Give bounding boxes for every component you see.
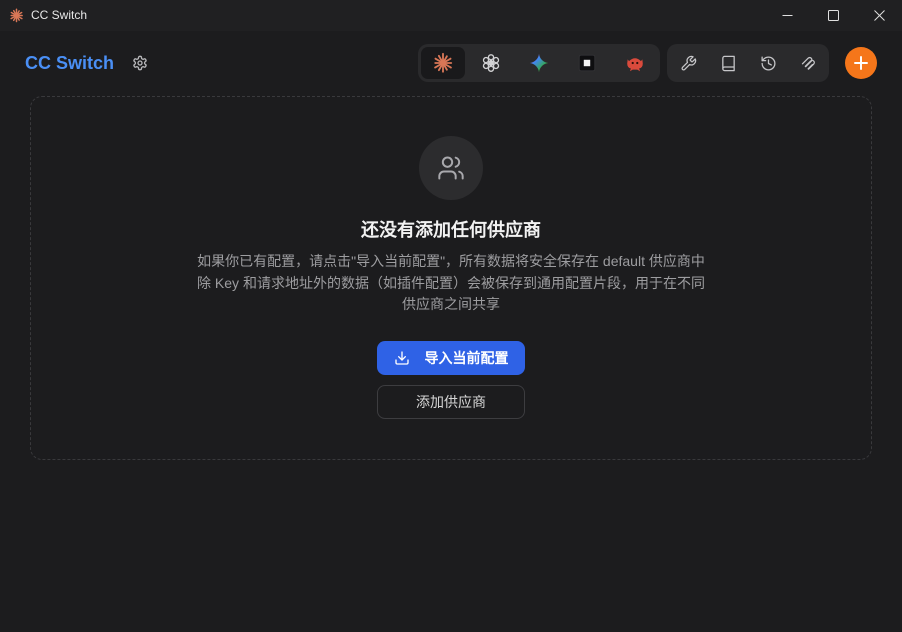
app-tab-claude[interactable] [421, 47, 465, 79]
claude-starburst-icon [9, 8, 24, 23]
users-icon [437, 154, 465, 182]
minimize-button[interactable] [764, 0, 810, 31]
close-button[interactable] [856, 0, 902, 31]
mcp-icon [800, 55, 817, 72]
add-provider-button[interactable]: 添加供应商 [377, 385, 525, 419]
maximize-icon [827, 10, 839, 21]
app-tab-gemini[interactable] [517, 47, 561, 79]
crab-icon [624, 52, 646, 74]
empty-state-icon-circle [419, 136, 483, 200]
book-icon [720, 55, 737, 72]
history-button[interactable] [750, 47, 786, 79]
download-icon [394, 350, 410, 366]
description-line: 如果你已有配置，请点击"导入当前配置"，所有数据将安全保存在 default 供… [197, 253, 705, 269]
terminal-square-icon [576, 52, 598, 74]
gear-icon [132, 55, 148, 71]
close-icon [873, 10, 885, 21]
plus-icon [852, 54, 870, 72]
app-switcher [418, 44, 660, 82]
wrench-icon [680, 55, 697, 72]
empty-state-card: 还没有添加任何供应商 如果你已有配置，请点击"导入当前配置"，所有数据将安全保存… [30, 96, 872, 460]
minimize-icon [782, 10, 793, 21]
history-icon [760, 55, 777, 72]
app-tab-openai[interactable] [469, 47, 513, 79]
import-config-button[interactable]: 导入当前配置 [377, 341, 525, 375]
add-provider-fab[interactable] [845, 47, 877, 79]
app-name: CC Switch [25, 53, 115, 73]
window-titlebar[interactable]: CC Switch [0, 0, 902, 31]
tools-toolbar [667, 44, 829, 82]
docs-button[interactable] [710, 47, 746, 79]
window-title: CC Switch [31, 8, 88, 22]
description-line: 供应商之间共享 [402, 296, 500, 312]
tools-button[interactable] [670, 47, 706, 79]
description-line: 除 Key 和请求地址外的数据（如插件配置）会被保存到通用配置片段，用于在不同 [197, 274, 705, 291]
settings-button[interactable] [131, 54, 149, 72]
empty-state-title: 还没有添加任何供应商 [361, 220, 541, 240]
empty-state-description: 如果你已有配置，请点击"导入当前配置"，所有数据将安全保存在 default 供… [31, 251, 871, 316]
app-tab-crab[interactable] [613, 47, 657, 79]
import-config-label: 导入当前配置 [424, 350, 509, 366]
mcp-button[interactable] [790, 47, 826, 79]
claude-icon [432, 52, 454, 74]
gemini-icon [528, 52, 550, 74]
openai-icon [480, 52, 502, 74]
maximize-button[interactable] [810, 0, 856, 31]
app-tab-terminal[interactable] [565, 47, 609, 79]
add-provider-label: 添加供应商 [416, 394, 486, 410]
